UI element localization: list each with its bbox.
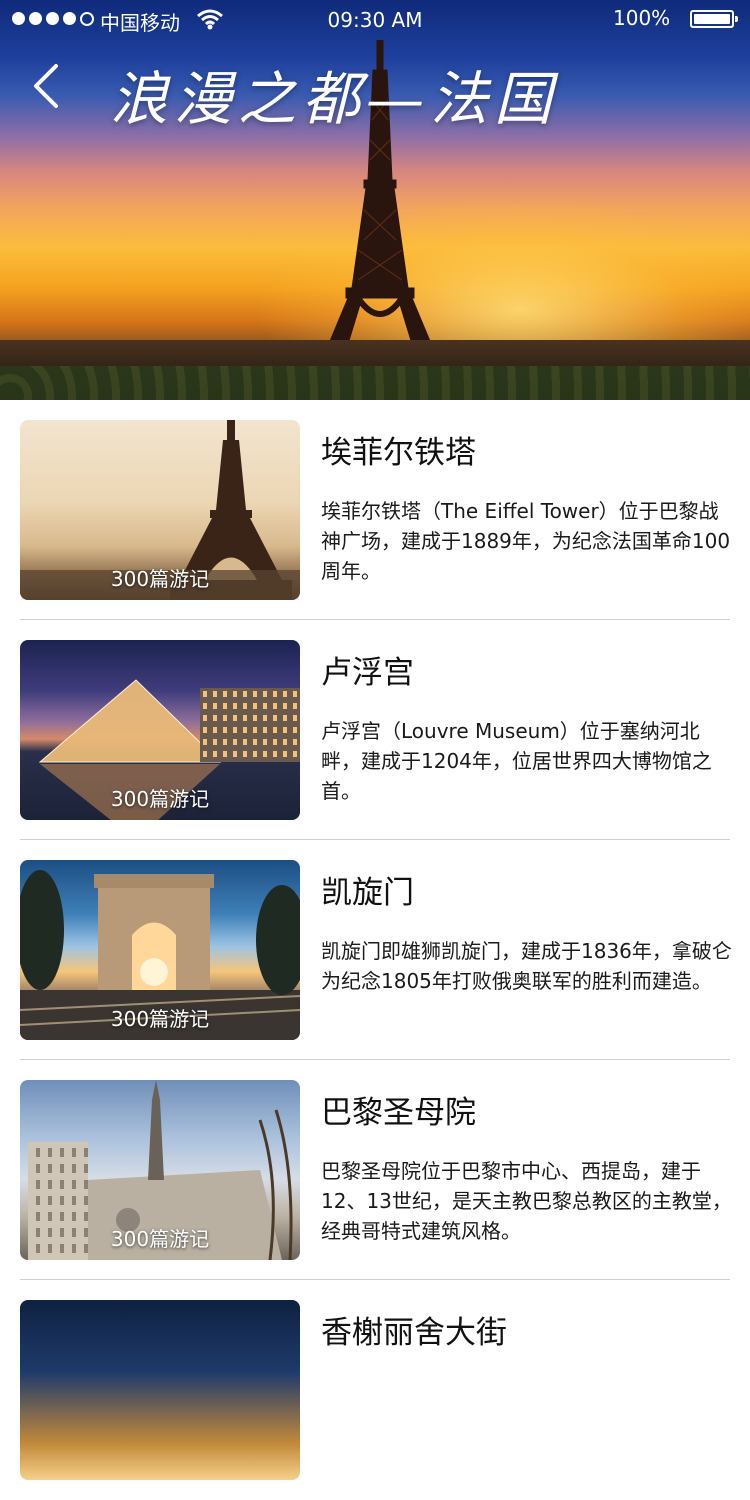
attraction-name: 巴黎圣母院 — [321, 1095, 476, 1131]
attraction-name: 凯旋门 — [321, 875, 414, 911]
attraction-list: 300篇游记 埃菲尔铁塔 埃菲尔铁塔（The Eiffel Tower）位于巴黎… — [0, 400, 750, 1500]
attraction-description: 凯旋门即雄狮凯旋门，建成于1836年，拿破仑为纪念1805年打败俄奥联军的胜利而… — [321, 939, 732, 993]
back-chevron-icon[interactable] — [28, 60, 68, 112]
champs-elysees-thumbnail — [20, 1300, 300, 1480]
list-item[interactable]: 300篇游记 埃菲尔铁塔 埃菲尔铁塔（The Eiffel Tower）位于巴黎… — [0, 400, 750, 620]
page-title: 浪漫之都—法国 — [110, 65, 559, 133]
travelogue-count: 300篇游记 — [110, 567, 210, 591]
attraction-description: 卢浮宫（Louvre Museum）位于塞纳河北畔，建成于1204年，位居世界四… — [321, 719, 712, 803]
battery-percent: 100% — [613, 6, 671, 30]
eiffel-tower-thumbnail: 300篇游记 — [20, 420, 300, 600]
list-item[interactable]: 香榭丽舍大街 — [0, 1280, 750, 1500]
attraction-name: 香榭丽舍大街 — [321, 1315, 507, 1351]
attraction-description: 埃菲尔铁塔（The Eiffel Tower）位于巴黎战神广场，建成于1889年… — [321, 499, 731, 583]
tree-line — [0, 366, 750, 400]
attraction-name: 埃菲尔铁塔 — [321, 435, 476, 471]
attraction-name: 卢浮宫 — [321, 655, 414, 691]
status-bar: 中国移动 09:30 AM 100% — [0, 0, 750, 40]
louvre-thumbnail: 300篇游记 — [20, 640, 300, 820]
attraction-description: 巴黎圣母院位于巴黎市中心、西提岛，建于12、13世纪，是天主教巴黎总教区的主教堂… — [321, 1159, 732, 1243]
arc-de-triomphe-thumbnail: 300篇游记 — [20, 860, 300, 1040]
battery-icon — [690, 10, 738, 28]
hero-banner: 中国移动 09:30 AM 100% 浪漫之都—法国 — [0, 0, 750, 400]
travelogue-count: 300篇游记 — [110, 787, 210, 811]
travelogue-count: 300篇游记 — [110, 1007, 210, 1031]
notre-dame-thumbnail: 300篇游记 — [20, 1080, 300, 1260]
list-item[interactable]: 300篇游记 凯旋门 凯旋门即雄狮凯旋门，建成于1836年，拿破仑为纪念1805… — [0, 840, 750, 1060]
travelogue-count: 300篇游记 — [110, 1227, 210, 1251]
list-item[interactable]: 300篇游记 巴黎圣母院 巴黎圣母院位于巴黎市中心、西提岛，建于12、13世纪，… — [0, 1060, 750, 1280]
list-item[interactable]: 300篇游记 卢浮宫 卢浮宫（Louvre Museum）位于塞纳河北畔，建成于… — [0, 620, 750, 840]
